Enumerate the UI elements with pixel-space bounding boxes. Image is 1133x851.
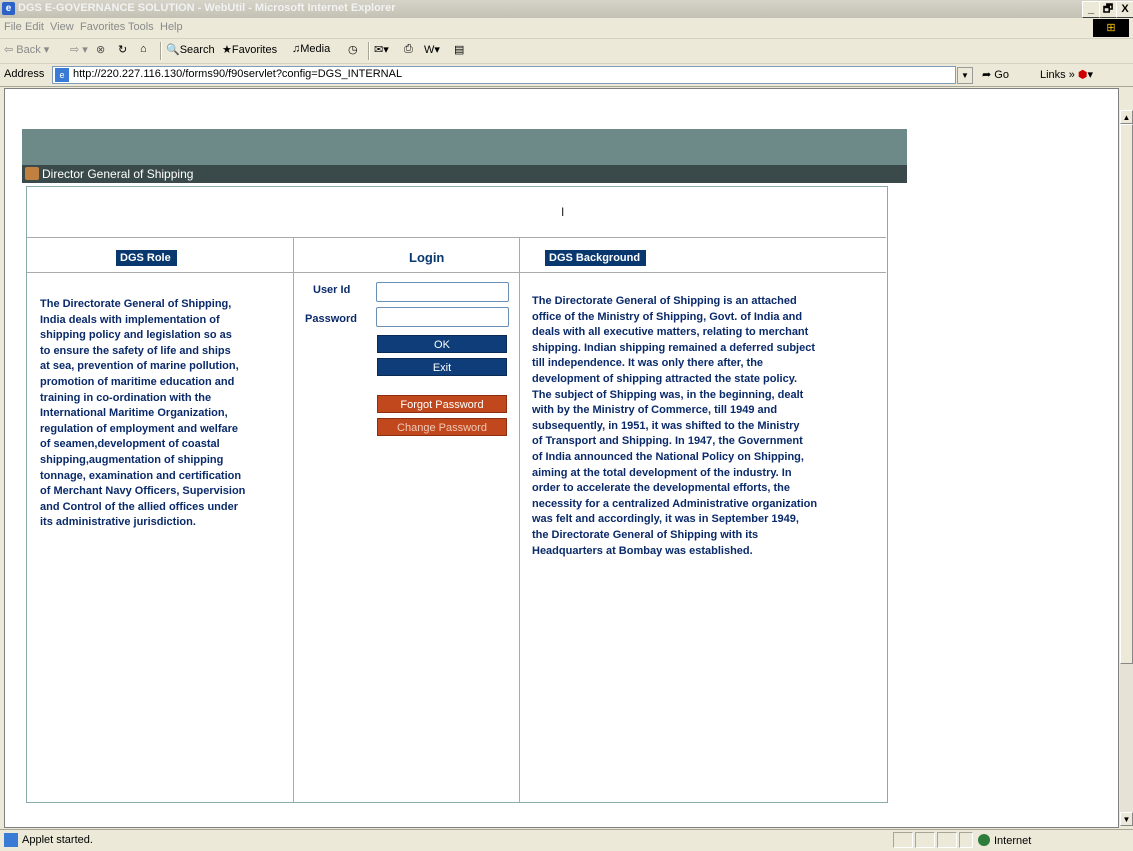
- discuss-icon[interactable]: ▤: [454, 43, 464, 56]
- address-label: Address: [4, 68, 45, 80]
- links-button[interactable]: Links » ⬢▾: [1040, 68, 1093, 81]
- close-button[interactable]: X: [1116, 1, 1133, 18]
- media-button[interactable]: ♫Media: [292, 43, 330, 55]
- links-label: Links: [1040, 69, 1066, 81]
- toolbar: ⇦ Back ▾ ⇨ ▾ ⊗ ↻ ⌂ 🔍Search ★Favorites ♫M…: [0, 39, 1133, 64]
- login-header: Login: [409, 250, 445, 265]
- user-id-input[interactable]: [376, 282, 509, 302]
- media-label: Media: [300, 43, 331, 55]
- dgs-role-header: DGS Role: [116, 250, 177, 266]
- windows-logo-icon: ⊞: [1093, 19, 1129, 37]
- window-title: DGS E-GOVERNANCE SOLUTION - WebUtil - Mi…: [18, 2, 396, 14]
- address-input[interactable]: e http://220.227.116.130/forms90/f90serv…: [52, 66, 956, 84]
- status-cell: [915, 832, 935, 848]
- edit-icon[interactable]: W▾: [424, 43, 440, 56]
- menu-tools[interactable]: Tools: [128, 21, 154, 33]
- change-password-button[interactable]: Change Password: [377, 418, 507, 436]
- address-url: http://220.227.116.130/forms90/f90servle…: [73, 68, 403, 80]
- menu-help[interactable]: Help: [160, 21, 183, 33]
- address-dropdown-icon[interactable]: ▼: [957, 67, 973, 84]
- status-bar: Applet started. Internet: [0, 829, 1133, 851]
- applet-icon: [25, 167, 39, 180]
- applet-title-bar: Director General of Shipping: [22, 165, 907, 183]
- globe-icon: [978, 834, 990, 846]
- applet-title: Director General of Shipping: [42, 167, 194, 181]
- dgs-background-header: DGS Background: [545, 250, 647, 266]
- exit-button[interactable]: Exit: [377, 358, 507, 376]
- back-button[interactable]: ⇦ Back ▾: [4, 43, 49, 56]
- minimize-button[interactable]: _: [1082, 1, 1100, 18]
- forward-button[interactable]: ⇨ ▾: [70, 43, 88, 56]
- favorites-icon: ★: [222, 44, 232, 56]
- menu-edit[interactable]: Edit: [25, 21, 44, 33]
- zone-label: Internet: [994, 835, 1032, 847]
- status-cell: [937, 832, 957, 848]
- page-icon: e: [55, 68, 69, 82]
- dgs-role-text: The Directorate General of Shipping, Ind…: [40, 298, 246, 529]
- menu-file[interactable]: File: [4, 21, 22, 33]
- address-bar: Address e http://220.227.116.130/forms90…: [0, 64, 1133, 87]
- dgs-background-text: The Directorate General of Shipping is a…: [532, 295, 818, 557]
- scroll-thumb[interactable]: [1120, 124, 1133, 664]
- history-icon[interactable]: ◷: [348, 43, 358, 56]
- ie-icon: e: [2, 2, 15, 15]
- refresh-icon[interactable]: ↻: [118, 43, 127, 56]
- status-cell: [959, 832, 973, 848]
- mail-icon[interactable]: ✉▾: [374, 43, 389, 56]
- back-arrow-icon: ⇦: [4, 44, 14, 56]
- user-id-label: User Id: [313, 284, 351, 296]
- divider: [519, 237, 520, 802]
- forgot-password-button[interactable]: Forgot Password: [377, 395, 507, 413]
- text-cursor-icon: I: [561, 205, 565, 219]
- stop-icon[interactable]: ⊗: [96, 43, 105, 56]
- go-arrow-icon: ➦: [982, 69, 992, 81]
- status-cell: [893, 832, 913, 848]
- scroll-up-icon[interactable]: ▲: [1120, 110, 1133, 124]
- favorites-label: Favorites: [231, 44, 278, 56]
- applet-banner: [22, 129, 907, 165]
- search-icon: 🔍: [166, 44, 180, 56]
- menu-favorites[interactable]: Favorites: [80, 21, 125, 33]
- menu-view[interactable]: View: [50, 21, 74, 33]
- status-text: Applet started.: [22, 834, 93, 846]
- vertical-scrollbar[interactable]: ▲ ▼: [1120, 110, 1133, 826]
- divider: [27, 237, 886, 238]
- back-label: Back: [16, 44, 41, 56]
- security-zone: Internet: [978, 834, 1031, 847]
- search-label: Search: [179, 44, 215, 56]
- favorites-button[interactable]: ★Favorites: [222, 43, 277, 56]
- password-label: Password: [305, 313, 357, 325]
- password-input[interactable]: [376, 307, 509, 327]
- restore-button[interactable]: 🗗: [1099, 1, 1117, 18]
- print-icon[interactable]: ⎙: [404, 43, 413, 56]
- scroll-down-icon[interactable]: ▼: [1120, 812, 1133, 826]
- home-icon[interactable]: ⌂: [140, 43, 147, 55]
- divider: [293, 237, 294, 802]
- window-title-bar[interactable]: e DGS E-GOVERNANCE SOLUTION - WebUtil - …: [0, 0, 1133, 18]
- go-label: Go: [994, 69, 1009, 81]
- menu-bar: File Edit View Favorites Tools Help ⊞: [0, 18, 1133, 39]
- media-icon: ♫: [292, 43, 301, 55]
- divider: [27, 272, 886, 273]
- page-status-icon: [4, 833, 18, 847]
- search-button[interactable]: 🔍Search: [166, 43, 215, 56]
- go-button[interactable]: ➦ Go: [982, 68, 1009, 81]
- ok-button[interactable]: OK: [377, 335, 507, 353]
- acrobat-icon: ⬢: [1077, 69, 1088, 81]
